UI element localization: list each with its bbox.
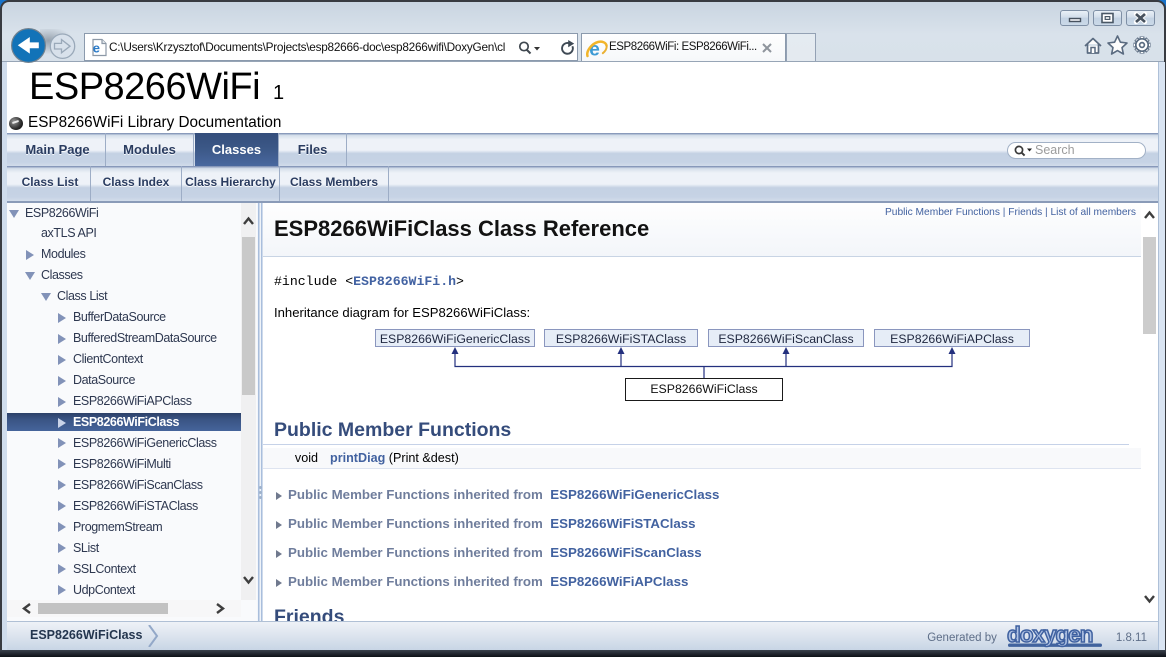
svg-text:doxygen: doxygen bbox=[1007, 624, 1093, 647]
svg-text:e: e bbox=[93, 41, 100, 56]
